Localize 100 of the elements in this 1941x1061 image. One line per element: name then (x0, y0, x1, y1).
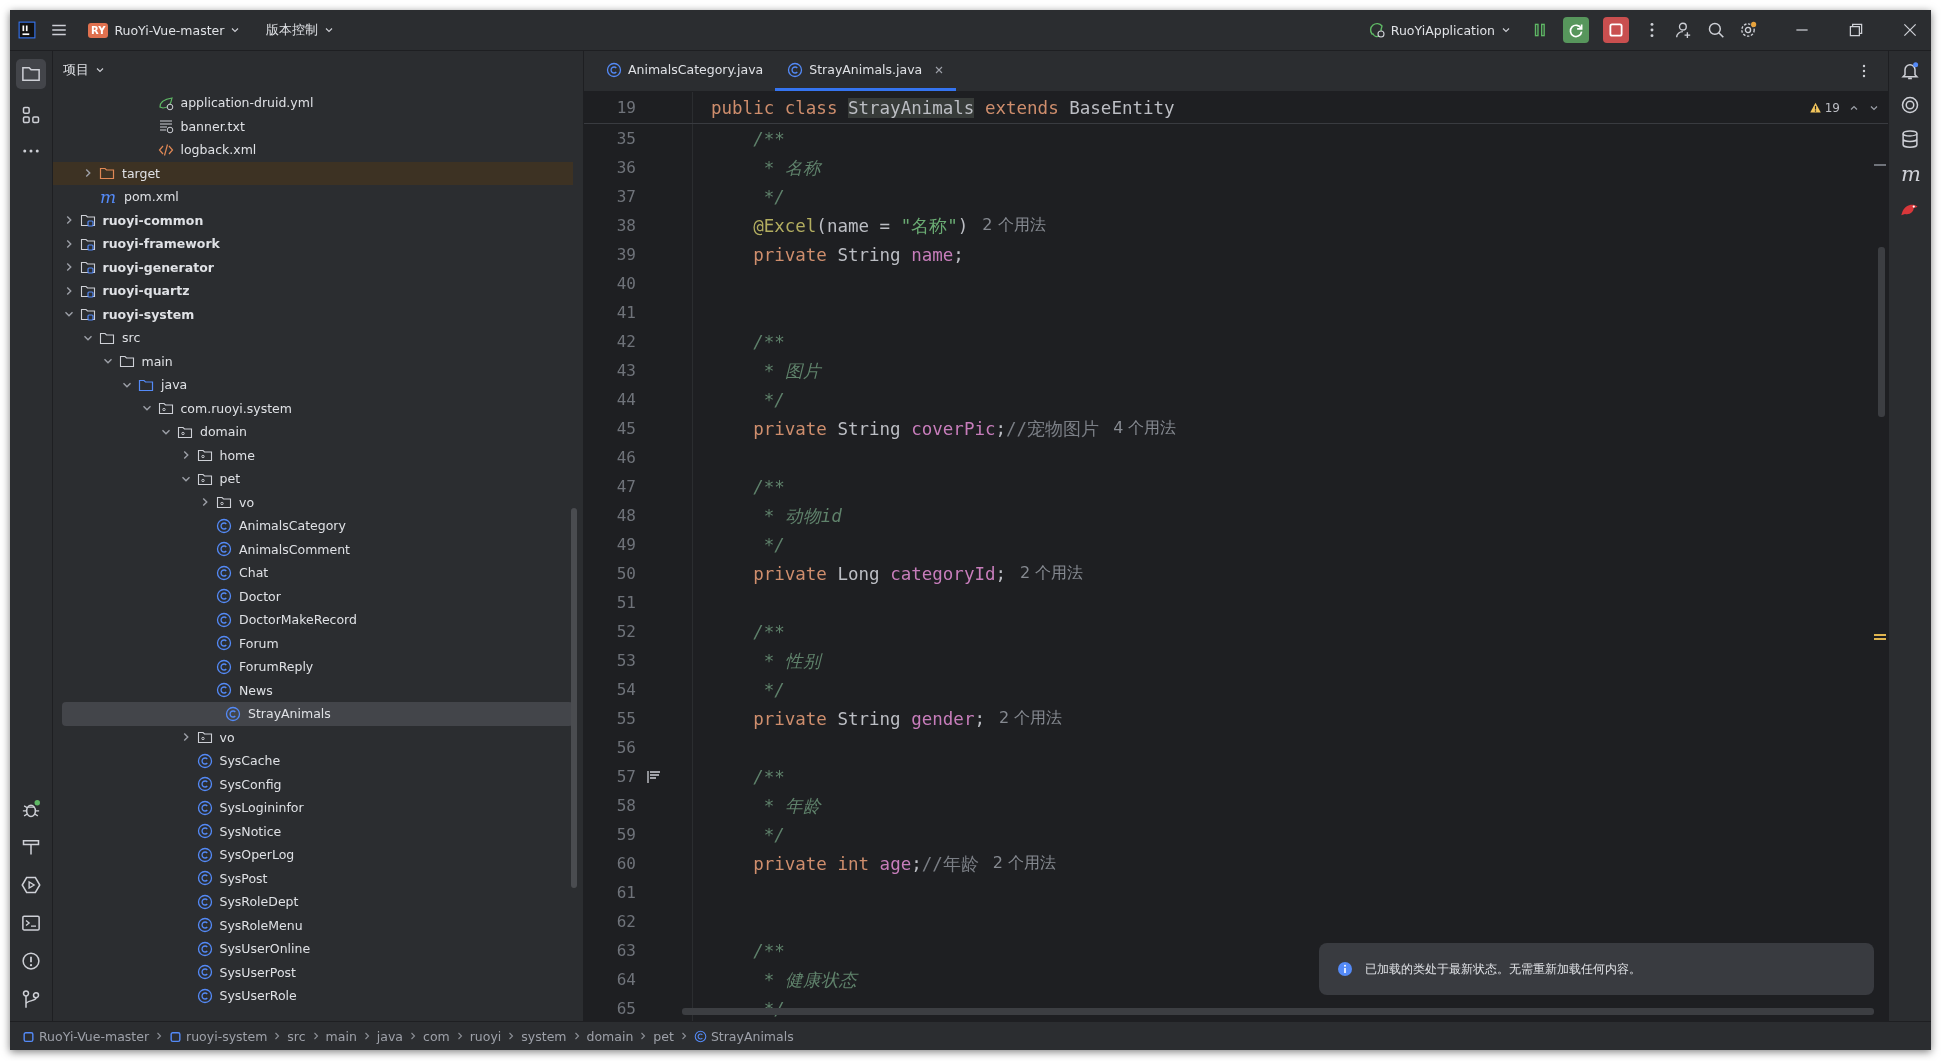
usages-hint[interactable]: 2 个用法 (992, 853, 1057, 874)
tree-item[interactable]: m pom.xml (53, 185, 573, 209)
tree-item[interactable]: pet (53, 467, 573, 491)
tree-item[interactable]: Forum (53, 631, 573, 655)
problems-icon[interactable] (21, 951, 41, 971)
code-line: @Excel(name = "名称") (752, 214, 969, 238)
chevron-right-icon (455, 1030, 464, 1042)
bell-icon[interactable] (1900, 61, 1920, 81)
close-icon[interactable] (1901, 21, 1919, 39)
project-tool-button[interactable] (16, 59, 46, 89)
breadcrumb[interactable]: system (521, 1028, 567, 1044)
line-number: 59 (615, 825, 636, 844)
code-line: * 健康状态 (762, 968, 857, 992)
editor-tab[interactable]: StrayAnimals.java (775, 51, 957, 91)
close-icon[interactable] (934, 64, 945, 75)
bug-icon[interactable] (21, 799, 41, 819)
vcs-menu[interactable]: 版本控制 (260, 17, 341, 43)
breadcrumb[interactable]: src (287, 1028, 306, 1044)
scrollbar-thumb[interactable] (1878, 247, 1885, 417)
tree-item[interactable]: domain (53, 420, 573, 444)
tree-item[interactable]: SysRoleDept (53, 890, 573, 914)
tree-item[interactable]: com.ruoyi.system (53, 396, 573, 420)
tree-item[interactable]: logback.xml (53, 138, 573, 162)
tree-item[interactable]: SysLogininfor (53, 796, 573, 820)
breadcrumb[interactable]: RuoYi-Vue-master (22, 1028, 150, 1044)
scrollbar-thumb[interactable] (571, 508, 577, 888)
breadcrumb[interactable]: ruoyi (469, 1028, 502, 1044)
tree-item[interactable]: SysCache (53, 749, 573, 773)
run-configuration[interactable]: RuoYiApplication (1362, 18, 1517, 42)
project-view-selector[interactable]: 项目 (63, 58, 105, 82)
tree-item[interactable]: ruoyi-system (53, 302, 573, 326)
terminal-icon[interactable] (21, 913, 41, 933)
doc-render-icon[interactable] (646, 768, 662, 785)
tree-item[interactable]: SysRoleMenu (53, 913, 573, 937)
tree-item[interactable]: SysUserRole (53, 984, 573, 1008)
run-services-icon[interactable] (21, 875, 41, 895)
caret-icon (95, 65, 105, 75)
breadcrumb[interactable]: main (325, 1028, 357, 1044)
usages-hint[interactable]: 4 个用法 (1113, 418, 1177, 439)
tree-item[interactable]: home (53, 443, 573, 467)
tree-item[interactable]: SysUserOnline (53, 937, 573, 961)
add-user-icon[interactable] (1675, 21, 1693, 39)
tree-item[interactable]: News (53, 678, 573, 702)
settings-icon[interactable] (1739, 21, 1757, 39)
tree-item[interactable]: SysUserPost (53, 960, 573, 984)
breadcrumb[interactable]: pet (653, 1028, 674, 1044)
inspection-widget[interactable]: 19 (1808, 100, 1840, 115)
tree-item[interactable]: ruoyi-generator (53, 255, 573, 279)
tree-item[interactable]: ForumReply (53, 655, 573, 679)
breadcrumb[interactable]: domain (586, 1028, 634, 1044)
usages-hint[interactable]: 2 个用法 (998, 708, 1063, 729)
code-line: /** (752, 128, 785, 149)
restore-icon[interactable] (1847, 21, 1865, 39)
tree-item[interactable]: Chat (53, 561, 573, 585)
tree-item[interactable]: Doctor (53, 584, 573, 608)
code-line: */ (762, 824, 785, 845)
usages-hint[interactable]: 2 个用法 (982, 215, 1046, 236)
editor-tab[interactable]: AnimalsCategory.java (594, 51, 776, 91)
tree-item[interactable]: AnimalsCategory (53, 514, 573, 538)
git-branch-icon[interactable] (21, 989, 41, 1009)
breadcrumb[interactable]: com (423, 1028, 450, 1044)
tree-item[interactable]: ruoyi-framework (53, 232, 573, 256)
tree-item[interactable]: target (53, 161, 573, 185)
tree-item[interactable]: banner.txt (53, 114, 573, 138)
maven-icon[interactable]: m (1901, 163, 1919, 185)
rerun-icon (1567, 21, 1585, 39)
warning-marker[interactable] (1874, 634, 1886, 640)
project-selector[interactable]: RY RuoYi-Vue-master (82, 18, 247, 42)
change-marker[interactable] (1874, 164, 1886, 166)
tree-item[interactable]: AnimalsComment (53, 537, 573, 561)
tree-item[interactable]: vo (53, 725, 573, 749)
tree-item[interactable]: StrayAnimals (62, 702, 573, 726)
breadcrumb[interactable]: StrayAnimals (693, 1028, 794, 1044)
app-logo-icon[interactable] (18, 21, 36, 39)
database-icon[interactable] (1900, 129, 1920, 149)
breadcrumb[interactable]: java (376, 1028, 403, 1044)
stop-button[interactable] (1603, 17, 1629, 43)
tree-item[interactable]: src (53, 326, 573, 350)
tree-item[interactable]: vo (53, 490, 573, 514)
structure-icon[interactable] (21, 105, 41, 125)
usages-hint[interactable]: 2 个用法 (1020, 563, 1084, 584)
class-icon (216, 635, 232, 652)
tree-item[interactable]: ruoyi-quartz (53, 279, 573, 303)
rerun-button[interactable] (1563, 17, 1589, 43)
line-number: 65 (615, 999, 636, 1018)
tree-item[interactable]: DoctorMakeRecord (53, 608, 573, 632)
tree-item[interactable]: SysPost (53, 866, 573, 890)
package-icon (196, 729, 213, 746)
search-icon[interactable] (1707, 21, 1725, 39)
breadcrumb[interactable]: ruoyi-system (169, 1028, 268, 1044)
tree-item[interactable]: java (53, 373, 573, 397)
code-line: * 年龄 (762, 794, 821, 818)
tree-item[interactable]: application-druid.yml (53, 91, 573, 115)
tree-item[interactable]: main (53, 349, 573, 373)
tree-item[interactable]: ruoyi-common (53, 208, 573, 232)
tree-item[interactable]: SysNotice (53, 819, 573, 843)
config-file-icon (157, 94, 174, 111)
tree-item[interactable]: SysConfig (53, 772, 573, 796)
tree-item[interactable]: SysOperLog (53, 843, 573, 867)
chevron-right-icon (679, 1030, 688, 1042)
